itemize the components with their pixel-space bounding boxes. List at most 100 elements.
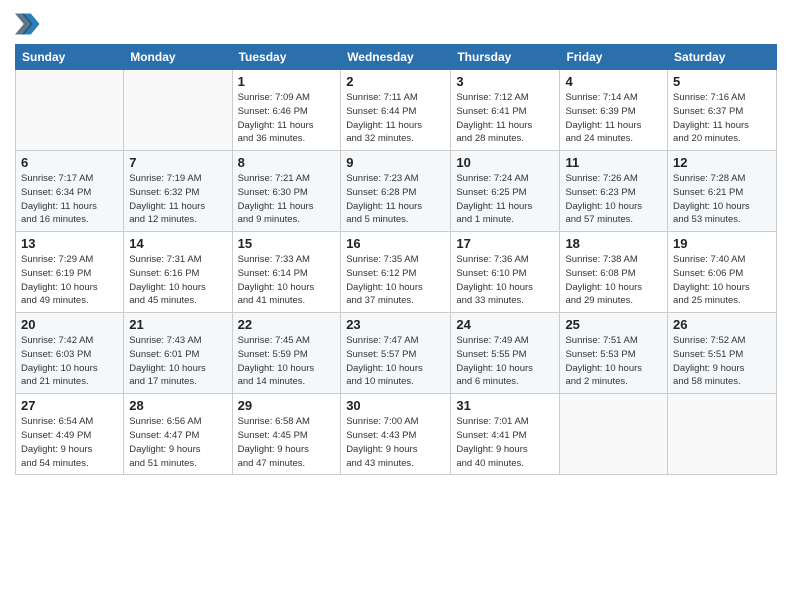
day-info: Sunrise: 7:12 AM Sunset: 6:41 PM Dayligh… — [456, 91, 554, 146]
day-info: Sunrise: 7:45 AM Sunset: 5:59 PM Dayligh… — [238, 334, 336, 389]
calendar-cell: 14Sunrise: 7:31 AM Sunset: 6:16 PM Dayli… — [124, 232, 232, 313]
day-info: Sunrise: 7:00 AM Sunset: 4:43 PM Dayligh… — [346, 415, 445, 470]
day-number: 24 — [456, 317, 554, 332]
calendar-cell — [668, 394, 777, 475]
weekday-header: Thursday — [451, 45, 560, 70]
day-info: Sunrise: 7:01 AM Sunset: 4:41 PM Dayligh… — [456, 415, 554, 470]
calendar-cell: 18 Sunrise: 7:38 AM Sunset: 6:08 PM Dayli… — [560, 232, 668, 313]
day-info: Sunrise: 7:09 AM Sunset: 6:46 PM Dayligh… — [238, 91, 336, 146]
day-info: Sunrise: 7:28 AM Sunset: 6:21 PM Dayligh… — [673, 172, 771, 227]
day-number: 4 — [565, 74, 662, 89]
calendar-cell: 7Sunrise: 7:19 AM Sunset: 6:32 PM Daylig… — [124, 151, 232, 232]
day-number: 28 — [129, 398, 226, 413]
calendar-week-row: 1 Sunrise: 7:09 AM Sunset: 6:46 PM Daylig… — [16, 70, 777, 151]
calendar-cell: 12 Sunrise: 7:28 AM Sunset: 6:21 PM Dayli… — [668, 151, 777, 232]
day-number: 20 — [21, 317, 118, 332]
day-number: 15 — [238, 236, 336, 251]
day-info: Sunrise: 7:38 AM Sunset: 6:08 PM Dayligh… — [565, 253, 662, 308]
weekday-header: Sunday — [16, 45, 124, 70]
day-info: Sunrise: 6:58 AM Sunset: 4:45 PM Dayligh… — [238, 415, 336, 470]
day-number: 21 — [129, 317, 226, 332]
calendar-cell: 11 Sunrise: 7:26 AM Sunset: 6:23 PM Dayli… — [560, 151, 668, 232]
weekday-header: Tuesday — [232, 45, 341, 70]
calendar-cell: 23 Sunrise: 7:47 AM Sunset: 5:57 PM Dayli… — [341, 313, 451, 394]
day-number: 10 — [456, 155, 554, 170]
calendar-cell: 5Sunrise: 7:16 AM Sunset: 6:37 PM Daylig… — [668, 70, 777, 151]
day-number: 31 — [456, 398, 554, 413]
calendar-cell: 10Sunrise: 7:24 AM Sunset: 6:25 PM Dayli… — [451, 151, 560, 232]
day-number: 13 — [21, 236, 118, 251]
day-number: 30 — [346, 398, 445, 413]
day-info: Sunrise: 6:54 AM Sunset: 4:49 PM Dayligh… — [21, 415, 118, 470]
calendar-table: SundayMondayTuesdayWednesdayThursdayFrid… — [15, 44, 777, 475]
calendar-week-row: 6 Sunrise: 7:17 AM Sunset: 6:34 PM Daylig… — [16, 151, 777, 232]
calendar-cell: 1 Sunrise: 7:09 AM Sunset: 6:46 PM Daylig… — [232, 70, 341, 151]
weekday-header: Wednesday — [341, 45, 451, 70]
day-number: 5 — [673, 74, 771, 89]
day-number: 9 — [346, 155, 445, 170]
day-info: Sunrise: 7:35 AM Sunset: 6:12 PM Dayligh… — [346, 253, 445, 308]
day-number: 12 — [673, 155, 771, 170]
day-number: 16 — [346, 236, 445, 251]
day-number: 6 — [21, 155, 118, 170]
day-number: 22 — [238, 317, 336, 332]
page-header — [15, 10, 777, 38]
calendar-cell: 8 Sunrise: 7:21 AM Sunset: 6:30 PM Daylig… — [232, 151, 341, 232]
calendar-cell: 13Sunrise: 7:29 AM Sunset: 6:19 PM Dayli… — [16, 232, 124, 313]
calendar-week-row: 13Sunrise: 7:29 AM Sunset: 6:19 PM Dayli… — [16, 232, 777, 313]
calendar-cell: 25 Sunrise: 7:51 AM Sunset: 5:53 PM Dayli… — [560, 313, 668, 394]
calendar-cell — [560, 394, 668, 475]
weekday-header: Monday — [124, 45, 232, 70]
calendar-cell: 17Sunrise: 7:36 AM Sunset: 6:10 PM Dayli… — [451, 232, 560, 313]
calendar-cell: 15 Sunrise: 7:33 AM Sunset: 6:14 PM Dayli… — [232, 232, 341, 313]
calendar-cell: 27 Sunrise: 6:54 AM Sunset: 4:49 PM Dayli… — [16, 394, 124, 475]
day-number: 2 — [346, 74, 445, 89]
day-info: Sunrise: 6:56 AM Sunset: 4:47 PM Dayligh… — [129, 415, 226, 470]
day-info: Sunrise: 7:17 AM Sunset: 6:34 PM Dayligh… — [21, 172, 118, 227]
day-info: Sunrise: 7:23 AM Sunset: 6:28 PM Dayligh… — [346, 172, 445, 227]
day-number: 11 — [565, 155, 662, 170]
logo-icon — [15, 10, 43, 38]
calendar-cell: 31 Sunrise: 7:01 AM Sunset: 4:41 PM Dayli… — [451, 394, 560, 475]
day-info: Sunrise: 7:21 AM Sunset: 6:30 PM Dayligh… — [238, 172, 336, 227]
calendar-cell: 24 Sunrise: 7:49 AM Sunset: 5:55 PM Dayli… — [451, 313, 560, 394]
day-info: Sunrise: 7:33 AM Sunset: 6:14 PM Dayligh… — [238, 253, 336, 308]
day-number: 3 — [456, 74, 554, 89]
day-number: 14 — [129, 236, 226, 251]
calendar-cell: 26 Sunrise: 7:52 AM Sunset: 5:51 PM Dayli… — [668, 313, 777, 394]
weekday-header-row: SundayMondayTuesdayWednesdayThursdayFrid… — [16, 45, 777, 70]
day-info: Sunrise: 7:14 AM Sunset: 6:39 PM Dayligh… — [565, 91, 662, 146]
day-number: 29 — [238, 398, 336, 413]
weekday-header: Saturday — [668, 45, 777, 70]
day-info: Sunrise: 7:26 AM Sunset: 6:23 PM Dayligh… — [565, 172, 662, 227]
calendar-cell: 20 Sunrise: 7:42 AM Sunset: 6:03 PM Dayli… — [16, 313, 124, 394]
calendar-cell: 6 Sunrise: 7:17 AM Sunset: 6:34 PM Daylig… — [16, 151, 124, 232]
calendar-cell — [124, 70, 232, 151]
day-number: 26 — [673, 317, 771, 332]
day-info: Sunrise: 7:11 AM Sunset: 6:44 PM Dayligh… — [346, 91, 445, 146]
day-number: 18 — [565, 236, 662, 251]
day-number: 25 — [565, 317, 662, 332]
day-info: Sunrise: 7:49 AM Sunset: 5:55 PM Dayligh… — [456, 334, 554, 389]
calendar-cell: 28 Sunrise: 6:56 AM Sunset: 4:47 PM Dayli… — [124, 394, 232, 475]
day-number: 1 — [238, 74, 336, 89]
calendar-cell: 3 Sunrise: 7:12 AM Sunset: 6:41 PM Daylig… — [451, 70, 560, 151]
day-number: 8 — [238, 155, 336, 170]
day-info: Sunrise: 7:43 AM Sunset: 6:01 PM Dayligh… — [129, 334, 226, 389]
calendar-cell — [16, 70, 124, 151]
weekday-header: Friday — [560, 45, 668, 70]
day-info: Sunrise: 7:51 AM Sunset: 5:53 PM Dayligh… — [565, 334, 662, 389]
day-number: 19 — [673, 236, 771, 251]
day-info: Sunrise: 7:52 AM Sunset: 5:51 PM Dayligh… — [673, 334, 771, 389]
day-info: Sunrise: 7:42 AM Sunset: 6:03 PM Dayligh… — [21, 334, 118, 389]
calendar-cell: 21 Sunrise: 7:43 AM Sunset: 6:01 PM Dayli… — [124, 313, 232, 394]
calendar-week-row: 27 Sunrise: 6:54 AM Sunset: 4:49 PM Dayli… — [16, 394, 777, 475]
day-info: Sunrise: 7:40 AM Sunset: 6:06 PM Dayligh… — [673, 253, 771, 308]
day-info: Sunrise: 7:47 AM Sunset: 5:57 PM Dayligh… — [346, 334, 445, 389]
day-number: 23 — [346, 317, 445, 332]
calendar-cell: 19 Sunrise: 7:40 AM Sunset: 6:06 PM Dayli… — [668, 232, 777, 313]
calendar-week-row: 20 Sunrise: 7:42 AM Sunset: 6:03 PM Dayli… — [16, 313, 777, 394]
calendar-cell: 22 Sunrise: 7:45 AM Sunset: 5:59 PM Dayli… — [232, 313, 341, 394]
day-number: 27 — [21, 398, 118, 413]
logo — [15, 10, 47, 38]
